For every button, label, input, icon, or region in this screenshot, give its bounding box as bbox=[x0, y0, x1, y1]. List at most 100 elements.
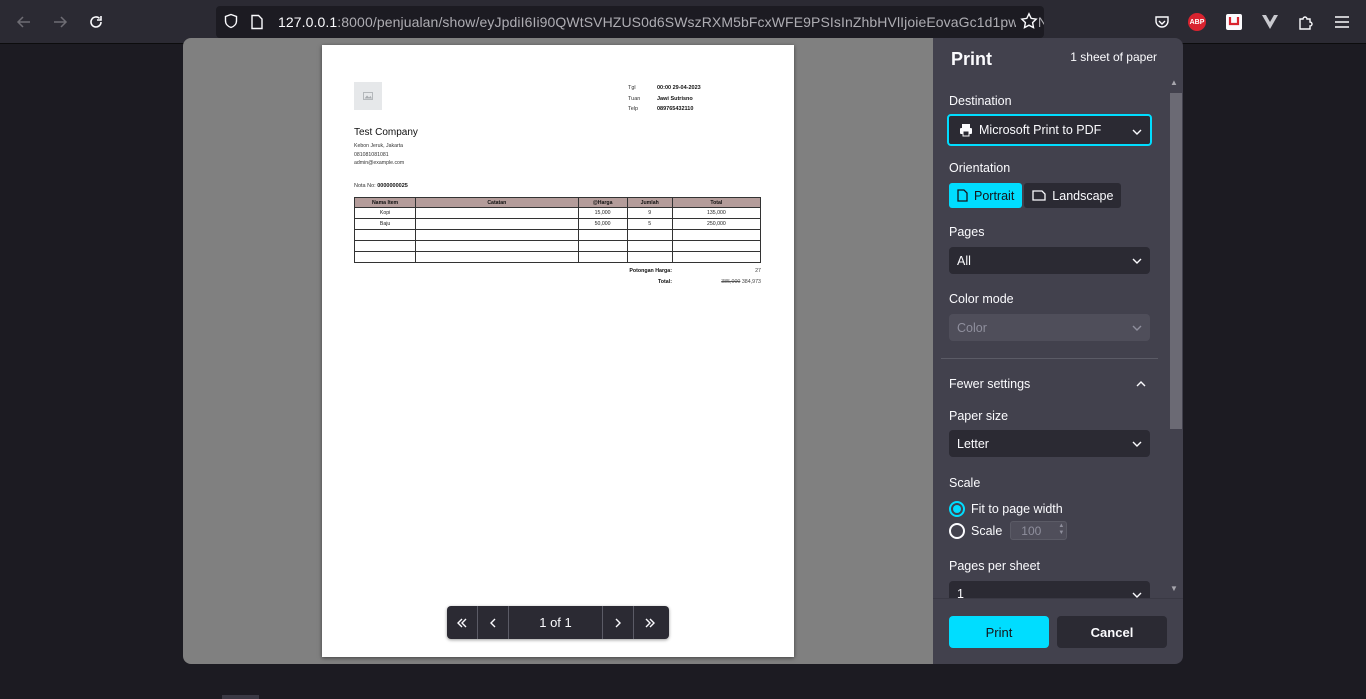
scale-value: 100 bbox=[1021, 523, 1042, 538]
chevron-right-icon bbox=[615, 618, 621, 627]
footer-divider bbox=[933, 598, 1183, 599]
discount-value: 27 bbox=[755, 268, 761, 274]
last-page-button[interactable] bbox=[634, 606, 665, 639]
section-divider bbox=[941, 358, 1158, 359]
fit-to-width-label: Fit to page width bbox=[971, 502, 1063, 516]
total-old: 385,000 bbox=[721, 279, 741, 285]
address-bar[interactable]: 127.0.0.1:8000/penjualan/show/eyJpdiI6Ii… bbox=[216, 6, 1044, 38]
fewer-settings-label: Fewer settings bbox=[949, 377, 1031, 391]
pocket-icon[interactable] bbox=[1152, 12, 1172, 32]
paper-size-select[interactable]: Letter bbox=[949, 430, 1150, 457]
meta-key: Telp bbox=[628, 106, 639, 112]
table-row bbox=[353, 240, 762, 252]
table-cell bbox=[353, 229, 417, 241]
url-text[interactable]: 127.0.0.1:8000/penjualan/show/eyJpdiI6Ii… bbox=[278, 14, 1044, 30]
discount-row: Potongan Harga: 27 bbox=[602, 266, 761, 277]
meta-value: 00:00 29-04-2023 bbox=[657, 85, 701, 91]
table-header-row: Nama Item Catatan @Harga Jumlah Total bbox=[353, 197, 762, 208]
nota-number: Nota No: 0000000025 bbox=[354, 183, 408, 189]
items-table: Nama Item Catatan @Harga Jumlah Total Ko… bbox=[353, 197, 762, 263]
sheet-count: 1 sheet of paper bbox=[1070, 50, 1157, 64]
forward-button[interactable] bbox=[47, 9, 73, 35]
table-cell: Kopi bbox=[353, 207, 417, 219]
table-cell bbox=[671, 251, 762, 263]
pages-per-sheet-select[interactable]: 1 bbox=[949, 581, 1150, 599]
company-logo-placeholder bbox=[354, 82, 382, 110]
double-chevron-left-icon bbox=[457, 618, 467, 627]
portrait-button[interactable]: Portrait bbox=[949, 183, 1023, 208]
invoice-meta: Tgl 00:00 29-04-2023 Tuan Jawi Sutrisno Te… bbox=[628, 83, 701, 115]
landscape-page-icon bbox=[1032, 190, 1046, 201]
table-cell bbox=[415, 229, 579, 241]
back-button[interactable] bbox=[11, 9, 37, 35]
forward-arrow-icon bbox=[54, 16, 68, 28]
extensions-puzzle-icon[interactable] bbox=[1296, 12, 1316, 32]
table-row: Baju 50,000 5 250,000 bbox=[353, 218, 762, 230]
scale-label: Scale bbox=[949, 476, 981, 490]
table-cell: 9 bbox=[626, 207, 673, 219]
scroll-down-icon[interactable]: ▼ bbox=[1170, 584, 1178, 593]
pages-label: Pages bbox=[949, 225, 985, 239]
scroll-up-icon[interactable]: ▲ bbox=[1170, 78, 1178, 87]
address-line: Kebon Jeruk, Jakarta bbox=[354, 143, 404, 149]
table-row: Kopi 15,000 9 135,000 bbox=[353, 207, 762, 219]
first-page-button[interactable] bbox=[447, 606, 478, 639]
extension-red-icon[interactable] bbox=[1224, 12, 1244, 32]
fewer-settings-toggle[interactable]: Fewer settings bbox=[949, 377, 1150, 391]
chevron-up-icon bbox=[1136, 377, 1146, 391]
table-cell bbox=[577, 251, 628, 263]
pages-select[interactable]: All bbox=[949, 247, 1150, 274]
url-host: 127.0.0.1 bbox=[278, 14, 338, 30]
fit-to-width-radio[interactable] bbox=[949, 501, 965, 517]
column-header: @Harga bbox=[577, 197, 628, 208]
orientation-label: Orientation bbox=[949, 161, 1011, 175]
total-new: 384,973 bbox=[741, 279, 761, 285]
hamburger-menu-icon[interactable] bbox=[1332, 12, 1352, 32]
landscape-button[interactable]: Landscape bbox=[1024, 183, 1122, 208]
total-row: Total: 385,000 384,973 bbox=[602, 277, 761, 288]
table-row bbox=[353, 229, 762, 241]
color-mode-value: Color bbox=[957, 320, 987, 335]
adblock-plus-icon[interactable]: ABP bbox=[1188, 13, 1206, 31]
table-cell bbox=[626, 251, 673, 263]
settings-scrollbar[interactable]: ▲ ▼ bbox=[1167, 76, 1182, 598]
image-placeholder-icon bbox=[363, 92, 373, 100]
custom-scale-radio[interactable] bbox=[949, 522, 965, 539]
custom-scale-label: Scale bbox=[971, 523, 1003, 538]
print-button[interactable]: Print bbox=[949, 616, 1049, 648]
previous-page-button[interactable] bbox=[478, 606, 509, 639]
scrollbar-thumb[interactable] bbox=[1170, 93, 1182, 429]
portrait-label: Portrait bbox=[974, 188, 1015, 203]
cancel-button[interactable]: Cancel bbox=[1057, 616, 1167, 648]
scale-spinner[interactable]: ▲ ▼ bbox=[1058, 523, 1064, 537]
table-cell bbox=[353, 240, 417, 252]
custom-scale-option[interactable]: Scale 100 ▲ ▼ bbox=[949, 521, 1068, 540]
meta-key: Tgl bbox=[628, 85, 636, 91]
table-cell bbox=[671, 229, 762, 241]
table-cell bbox=[577, 229, 628, 241]
nota-value: 0000000025 bbox=[377, 183, 408, 189]
table-cell bbox=[577, 240, 628, 252]
page-info-icon[interactable] bbox=[250, 14, 264, 35]
chevron-left-icon bbox=[490, 618, 496, 627]
tracking-protection-icon[interactable] bbox=[223, 13, 239, 34]
destination-select[interactable]: Microsoft Print to PDF bbox=[947, 114, 1152, 146]
fit-to-width-option[interactable]: Fit to page width bbox=[949, 501, 1063, 517]
vue-devtools-icon[interactable] bbox=[1260, 12, 1280, 32]
next-page-button[interactable] bbox=[603, 606, 634, 639]
portrait-page-icon bbox=[957, 189, 968, 202]
company-name: Test Company bbox=[354, 127, 418, 138]
destination-value: Microsoft Print to PDF bbox=[979, 123, 1102, 137]
color-mode-select[interactable]: Color bbox=[949, 314, 1150, 341]
nota-label: Nota No: bbox=[354, 183, 376, 189]
scale-input[interactable]: 100 ▲ ▼ bbox=[1010, 521, 1068, 540]
double-chevron-right-icon bbox=[645, 618, 655, 627]
reload-button[interactable] bbox=[83, 9, 109, 35]
column-header: Catatan bbox=[415, 197, 579, 208]
bookmark-star-icon[interactable] bbox=[1016, 12, 1038, 35]
table-cell: Baju bbox=[353, 218, 417, 230]
table-cell bbox=[671, 240, 762, 252]
printer-icon bbox=[959, 123, 973, 137]
table-cell bbox=[415, 218, 579, 230]
table-cell bbox=[415, 240, 579, 252]
